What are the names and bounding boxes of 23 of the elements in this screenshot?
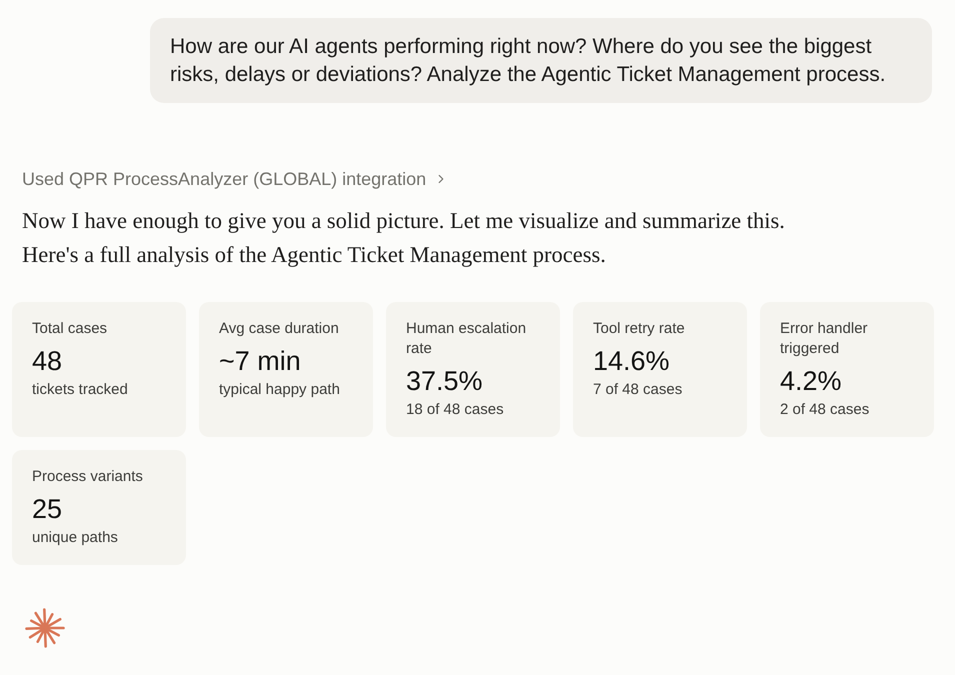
metric-value: 37.5%: [406, 365, 483, 397]
metric-label: Error handler triggered: [780, 319, 869, 359]
metric-label: Process variants: [32, 467, 143, 487]
metric-value: 25: [32, 493, 62, 525]
metric-caption: 18 of 48 cases: [406, 400, 504, 420]
metric-value: 14.6%: [593, 345, 670, 377]
metric-caption: 7 of 48 cases: [593, 380, 682, 400]
metric-value: 4.2%: [780, 365, 842, 397]
metric-caption: tickets tracked: [32, 380, 128, 400]
metric-caption: typical happy path: [219, 380, 340, 400]
response-paragraph: Now I have enough to give you a solid picture. Let me visualize and summarize this.: [22, 207, 786, 235]
metric-label: Human escalation rate: [406, 319, 528, 359]
starburst-icon: [25, 608, 65, 648]
metric-label: Avg case duration: [219, 319, 339, 339]
metric-value: ~7 min: [219, 345, 301, 377]
metric-value: 48: [32, 345, 62, 377]
response-paragraph: Here's a full analysis of the Agentic Ticket Management process.: [22, 241, 607, 269]
metric-label: Total cases: [32, 319, 108, 339]
metric-caption: 2 of 48 cases: [780, 400, 870, 420]
metric-label: Tool retry rate: [593, 319, 685, 339]
metric-caption: unique paths: [32, 528, 118, 548]
user-message: How are our AI agents performing right now? Where do you see the biggest risks, delays or deviations? Analyze the Agentic Ticket Management process.: [170, 34, 887, 88]
integration-toggle[interactable]: Used QPR ProcessAnalyzer (GLOBAL) integration: [22, 167, 448, 191]
